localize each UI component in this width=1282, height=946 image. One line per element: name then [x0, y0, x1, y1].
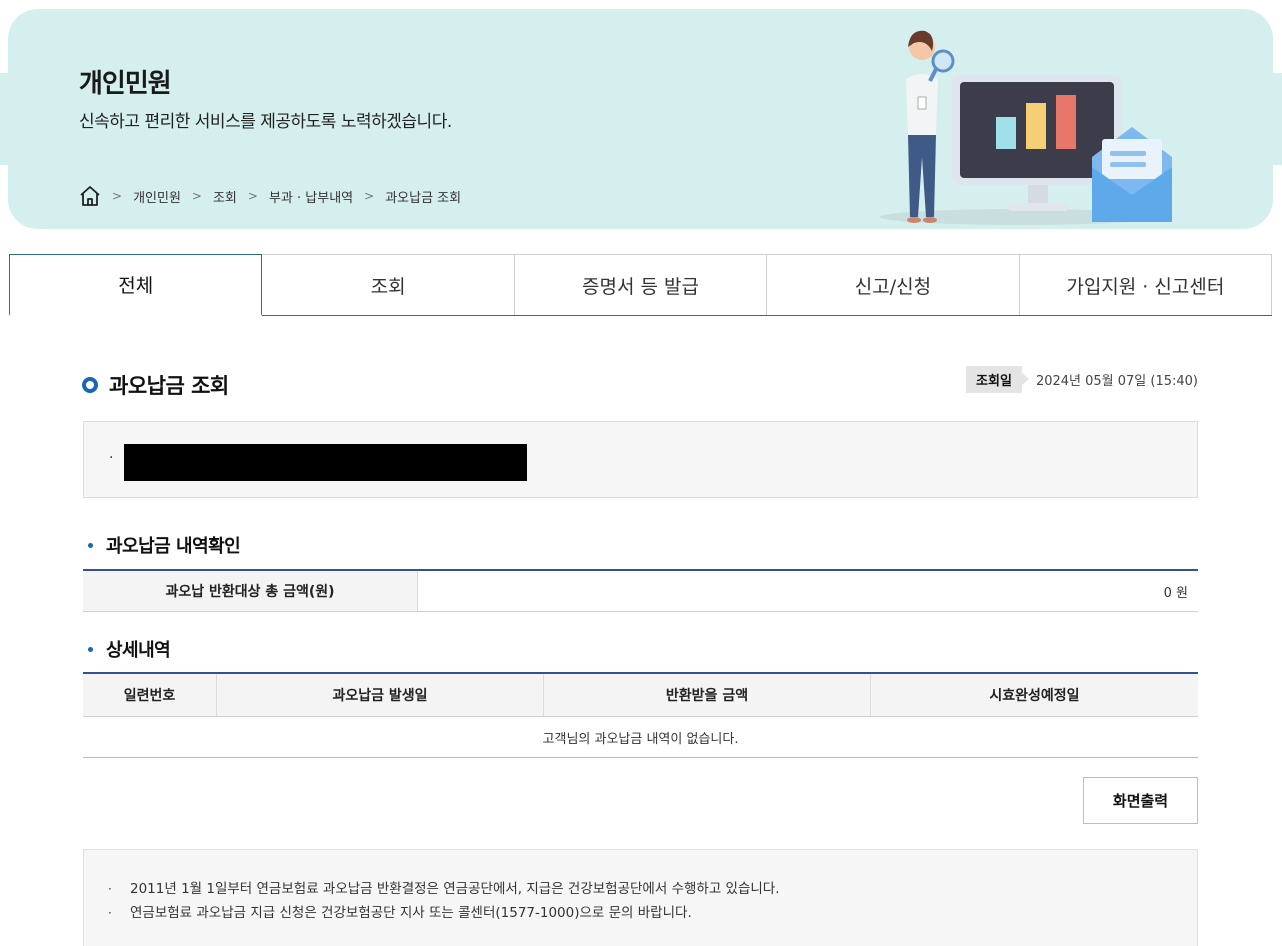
summary-section-title: 과오납금 내역확인	[88, 532, 241, 558]
page-title-text: 과오납금 조회	[109, 374, 229, 398]
notice-box: · 2011년 1월 1일부터 연금보험료 과오납금 반환결정은 연금공단에서,…	[83, 849, 1198, 946]
breadcrumb-item[interactable]: 개인민원	[133, 187, 181, 206]
notice-item: · 연금보험료 과오납금 지급 신청은 건강보험공단 지사 또는 콜센터(157…	[108, 901, 1197, 925]
user-info-box: ·	[83, 421, 1198, 498]
empty-message: 고객님의 과오납금 내역이 없습니다.	[83, 717, 1198, 758]
detail-table-header: 일련번호 과오납금 발생일 반환받을 금액 시효완성예정일	[83, 674, 1198, 717]
breadcrumb-separator-icon: >	[112, 189, 123, 203]
summary-value: 0 원	[1163, 585, 1188, 601]
hero-illustration-icon	[880, 30, 1172, 225]
column-header: 반환받을 금액	[544, 674, 871, 716]
breadcrumb-separator-icon: >	[247, 189, 258, 203]
print-button[interactable]: 화면출력	[1083, 777, 1198, 824]
category-tabs: 전체 조회 증명서 등 발급 신고/신청 가입지원 · 신고센터	[9, 254, 1273, 316]
query-date-label: 조회일	[966, 366, 1029, 393]
bullet-icon: ·	[109, 450, 114, 466]
detail-section-title: 상세내역	[88, 636, 171, 662]
breadcrumb-current: 과오납금 조회	[385, 190, 462, 206]
column-header: 일련번호	[83, 674, 217, 716]
notice-text: 2011년 1월 1일부터 연금보험료 과오납금 반환결정은 연금공단에서, 지…	[130, 881, 780, 897]
detail-table: 일련번호 과오납금 발생일 반환받을 금액 시효완성예정일 고객님의 과오납금 …	[83, 672, 1198, 758]
bullet-dot-icon	[88, 646, 93, 652]
breadcrumb-separator-icon: >	[364, 189, 375, 203]
page-title: 과오납금 조회	[82, 370, 229, 400]
column-header: 시효완성예정일	[989, 688, 1080, 704]
summary-table: 과오납 반환대상 총 금액(원) 0 원	[83, 569, 1198, 612]
notice-item: · 2011년 1월 1일부터 연금보험료 과오납금 반환결정은 연금공단에서,…	[108, 877, 1197, 901]
bullet-dot-icon	[88, 542, 93, 548]
tab-report-application[interactable]: 신고/신청	[767, 254, 1020, 315]
redacted-block	[124, 444, 527, 481]
home-icon[interactable]	[79, 185, 101, 207]
page-category-title: 개인민원	[79, 69, 172, 99]
bullet-icon: ·	[108, 882, 112, 896]
summary-section-title-text: 과오납금 내역확인	[106, 536, 241, 557]
query-date-value: 2024년 05월 07일 (15:40)	[1035, 374, 1198, 389]
tab-inquiry[interactable]: 조회	[262, 254, 515, 315]
bullet-icon: ·	[108, 906, 112, 920]
query-date: 조회일 2024년 05월 07일 (15:40)	[966, 366, 1198, 393]
title-ring-icon	[82, 377, 98, 393]
breadcrumb-item[interactable]: 조회	[213, 187, 237, 206]
breadcrumb-item[interactable]: 부과 · 납부내역	[269, 187, 353, 206]
hero-banner: 개인민원 신속하고 편리한 서비스를 제공하도록 노력하겠습니다. > 개인민원…	[8, 9, 1273, 229]
breadcrumb-separator-icon: >	[191, 189, 202, 203]
tab-all[interactable]: 전체	[9, 254, 263, 316]
column-header: 과오납금 발생일	[217, 674, 544, 716]
notice-text: 연금보험료 과오납금 지급 신청은 건강보험공단 지사 또는 콜센터(1577-…	[130, 905, 692, 921]
tab-certificates[interactable]: 증명서 등 발급	[514, 254, 768, 315]
summary-label: 과오납 반환대상 총 금액(원)	[83, 571, 418, 611]
tab-enrollment-support[interactable]: 가입지원 · 신고센터	[1019, 254, 1273, 315]
breadcrumb: > 개인민원 > 조회 > 부과 · 납부내역 > 과오납금 조회	[79, 185, 461, 207]
page-category-subtitle: 신속하고 편리한 서비스를 제공하도록 노력하겠습니다.	[79, 112, 452, 132]
detail-section-title-text: 상세내역	[106, 640, 171, 661]
